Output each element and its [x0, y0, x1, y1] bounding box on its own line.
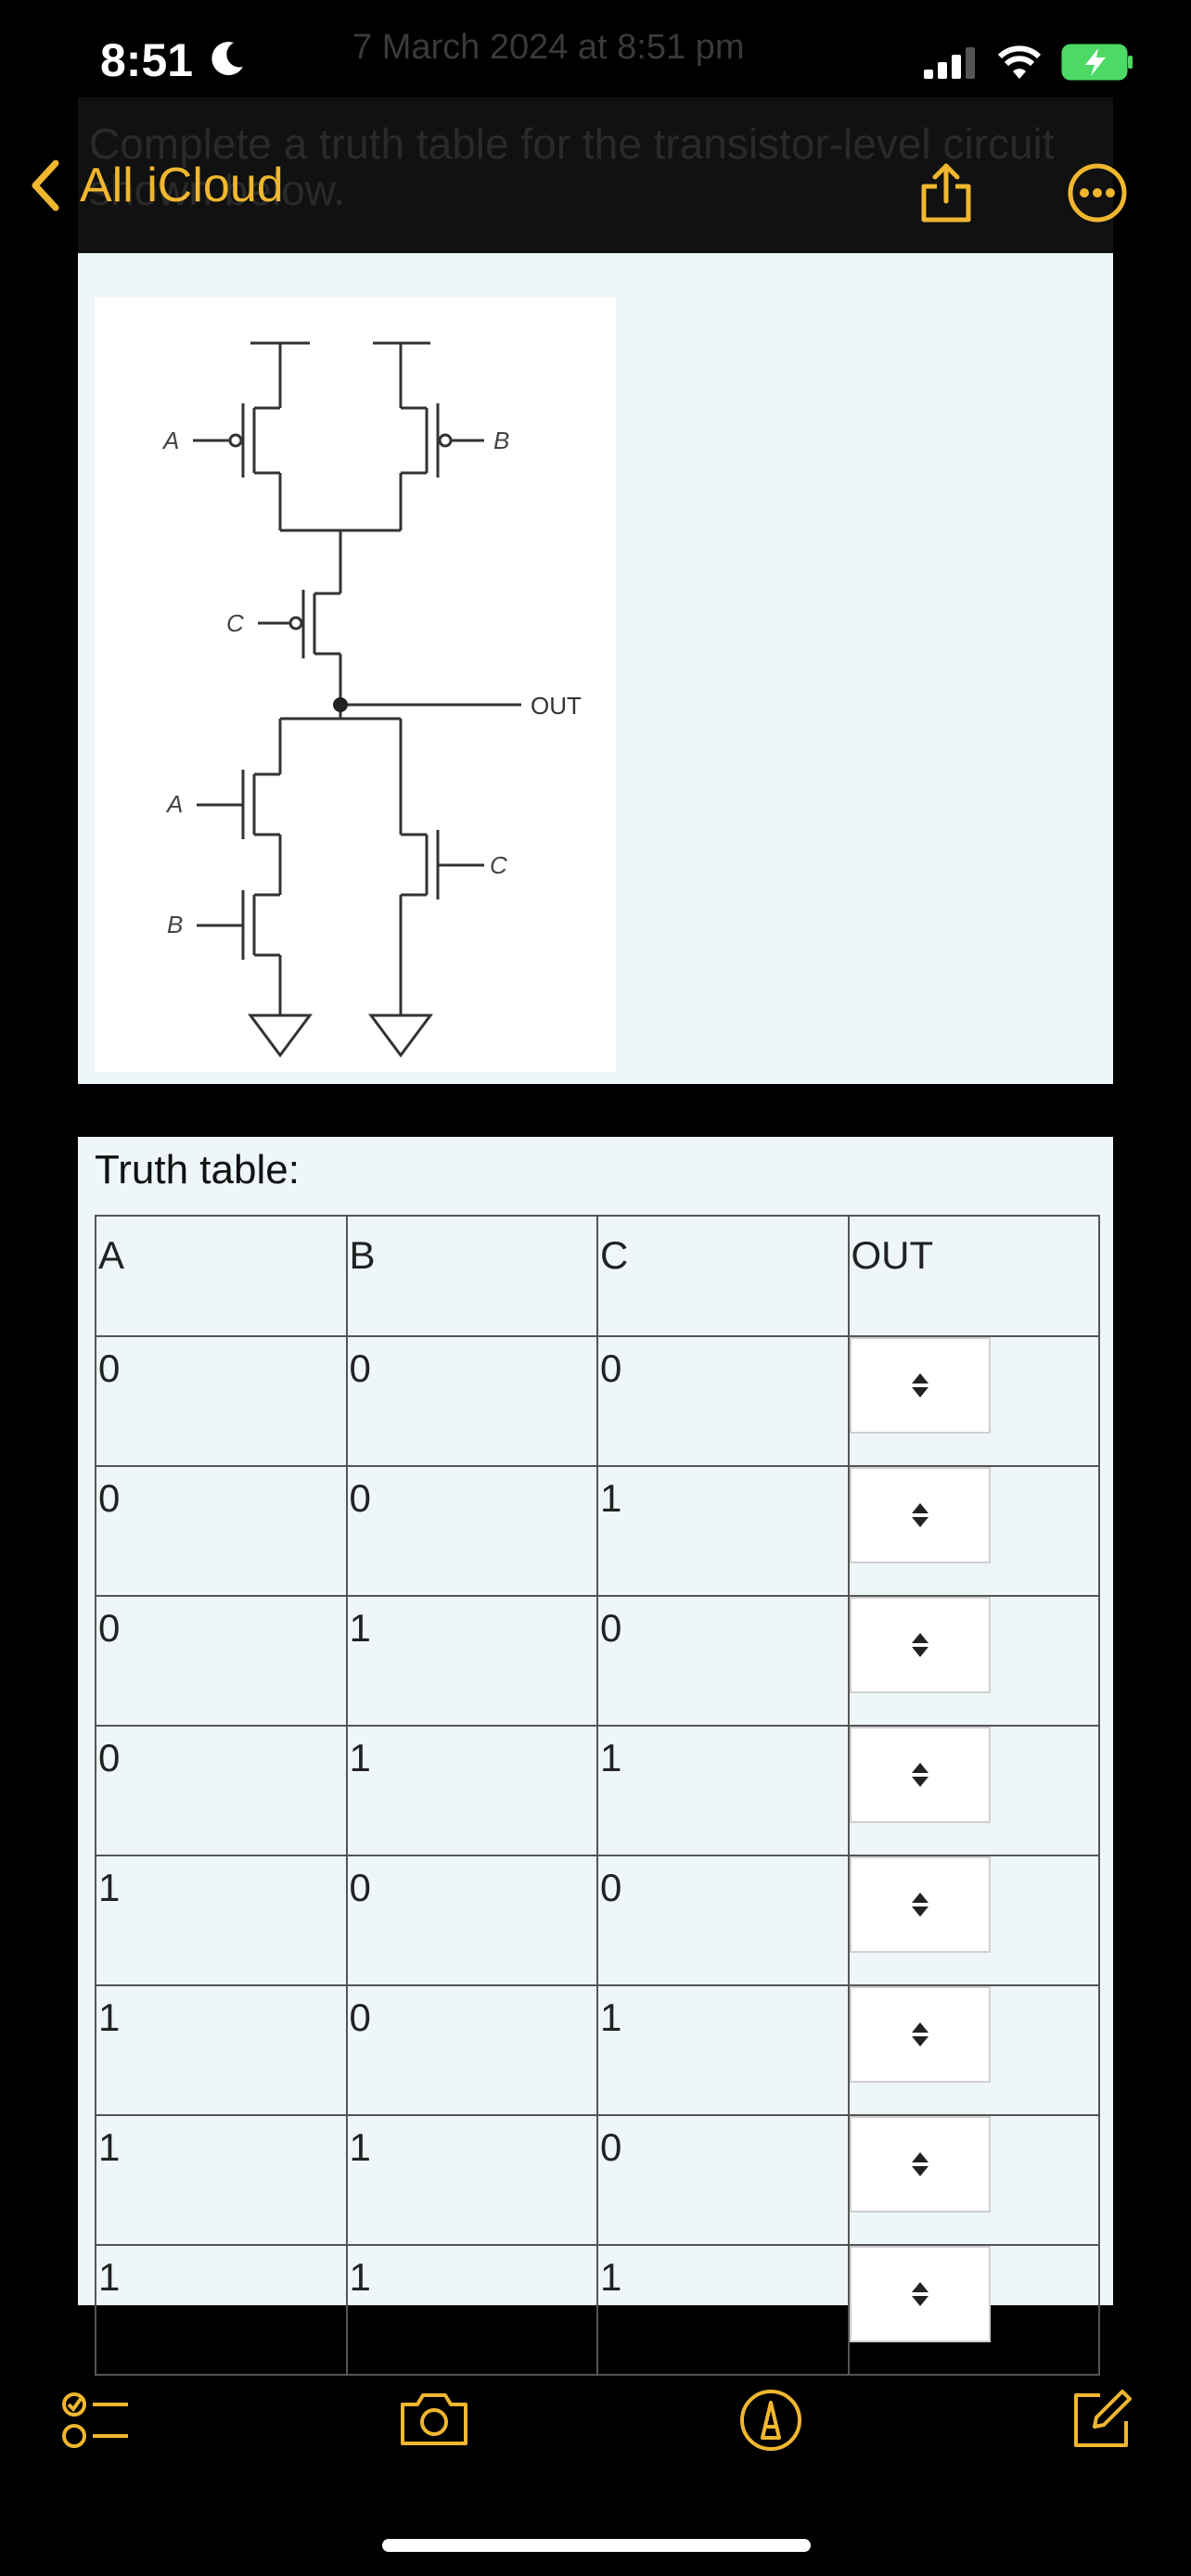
cell-out: [847, 1465, 1100, 1597]
moon-icon: [211, 42, 243, 76]
cell-b: 0: [345, 1855, 598, 1986]
cell-c: 0: [596, 2114, 850, 2246]
cell-a: 0: [95, 1335, 348, 1467]
cell-c: 0: [596, 1595, 850, 1727]
cell-b: 0: [345, 1335, 598, 1467]
status-indicators: [922, 43, 1135, 82]
header-out: OUT: [847, 1215, 1100, 1337]
cell-c: 0: [596, 1855, 850, 1986]
checklist-icon[interactable]: [61, 2388, 132, 2453]
table-header-row: A B C OUT: [95, 1215, 1100, 1337]
updown-arrows-icon: [911, 2152, 928, 2176]
label-out: OUT: [531, 692, 582, 720]
table-row: 1 0 0: [95, 1855, 1100, 1986]
updown-arrows-icon: [911, 1373, 928, 1397]
table-row: 0 0 1: [95, 1465, 1100, 1597]
cell-b: 0: [345, 1984, 598, 2116]
out-select[interactable]: [849, 1337, 991, 1434]
header-b: B: [345, 1215, 598, 1337]
out-select[interactable]: [849, 2246, 991, 2342]
battery-charging-icon: [1061, 44, 1133, 81]
label-c-bottom: C: [490, 851, 507, 879]
home-indicator[interactable]: [382, 2539, 811, 2552]
cell-c: 1: [596, 1465, 850, 1597]
truth-table: A B C OUT 0 0 0 0 0 1 0 1 0 0 1 1 1 0 0 …: [95, 1215, 1100, 2376]
markup-icon[interactable]: [738, 2388, 803, 2453]
cell-out: [847, 2114, 1100, 2246]
share-icon[interactable]: [918, 162, 974, 223]
out-select[interactable]: [849, 1467, 991, 1563]
header-c: C: [596, 1215, 850, 1337]
label-a-bottom: A: [165, 790, 183, 818]
updown-arrows-icon: [911, 1763, 928, 1787]
status-time: 8:51: [100, 34, 194, 86]
out-select[interactable]: [849, 1986, 991, 2083]
cell-a: 0: [95, 1595, 348, 1727]
label-b-top: B: [493, 427, 509, 454]
wifi-icon: [997, 45, 1042, 79]
cell-b: 1: [345, 2114, 598, 2246]
out-select[interactable]: [849, 1597, 991, 1693]
label-b-bottom: B: [167, 911, 183, 938]
label-c-top: C: [226, 609, 244, 637]
table-row: 0 1 1: [95, 1725, 1100, 1856]
table-row: 1 1 0: [95, 2114, 1100, 2246]
camera-icon[interactable]: [397, 2388, 471, 2449]
cell-a: 1: [95, 2114, 348, 2246]
out-select[interactable]: [849, 2116, 991, 2213]
table-row: 0 1 0: [95, 1595, 1100, 1727]
updown-arrows-icon: [911, 1503, 928, 1527]
label-a-top: A: [161, 427, 179, 454]
cell-a: 1: [95, 1984, 348, 2116]
cell-c: 0: [596, 1335, 850, 1467]
cell-b: 1: [345, 1725, 598, 1856]
cell-a: 0: [95, 1465, 348, 1597]
out-select[interactable]: [849, 1727, 991, 1823]
cell-out: [847, 2244, 1100, 2376]
updown-arrows-icon: [911, 2022, 928, 2047]
cell-out: [847, 1984, 1100, 2116]
updown-arrows-icon: [911, 2282, 928, 2306]
cell-c: 1: [596, 1725, 850, 1856]
cell-c: 1: [596, 2244, 850, 2376]
cell-c: 1: [596, 1984, 850, 2116]
updown-arrows-icon: [911, 1893, 928, 1917]
compose-icon[interactable]: [1069, 2388, 1133, 2453]
out-select[interactable]: [849, 1856, 991, 1953]
back-button[interactable]: All iCloud: [28, 158, 284, 213]
cell-b: 1: [345, 2244, 598, 2376]
chevron-left-icon: [32, 159, 59, 211]
circuit-diagram: A B C A B C OUT: [95, 297, 616, 1072]
cell-b: 1: [345, 1595, 598, 1727]
table-row: 0 0 0: [95, 1335, 1100, 1467]
cell-a: 1: [95, 2244, 348, 2376]
more-options-icon[interactable]: [1067, 162, 1128, 223]
truth-table-title: Truth table:: [95, 1147, 300, 1192]
cell-out: [847, 1335, 1100, 1467]
updown-arrows-icon: [911, 1633, 928, 1657]
cell-b: 0: [345, 1465, 598, 1597]
cell-out: [847, 1595, 1100, 1727]
cell-a: 1: [95, 1855, 348, 1986]
cell-out: [847, 1725, 1100, 1856]
cell-a: 0: [95, 1725, 348, 1856]
table-row: 1 1 1: [95, 2244, 1100, 2376]
table-row: 1 0 1: [95, 1984, 1100, 2116]
cell-out: [847, 1855, 1100, 1986]
back-label: All iCloud: [80, 159, 284, 212]
signal-icon: [924, 47, 975, 79]
header-a: A: [95, 1215, 348, 1337]
ghost-date-text: 7 March 2024 at 8:51 pm: [352, 28, 745, 67]
